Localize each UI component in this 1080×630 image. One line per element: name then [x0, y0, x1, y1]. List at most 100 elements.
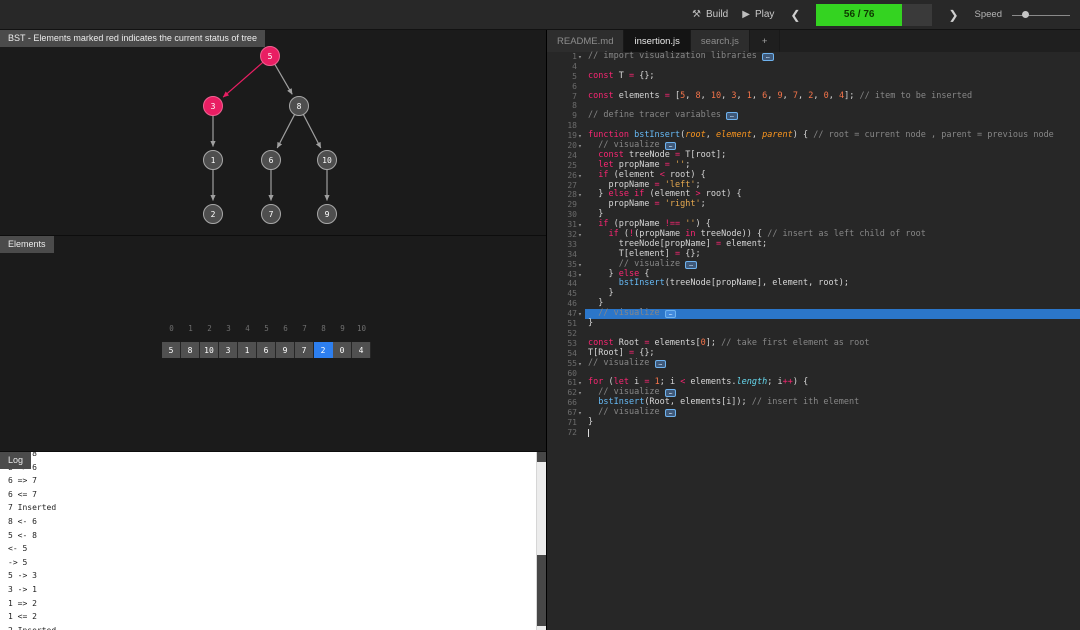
tree-node-8: 8 [289, 96, 309, 116]
slider-track [1012, 14, 1070, 16]
step-forward-button[interactable]: ❯ [946, 8, 960, 22]
gutter-line-number: 52 [567, 328, 577, 338]
gutter-line-number: 72 [567, 427, 577, 437]
log-line: 2 Inserted [0, 624, 536, 630]
tree-node-7: 7 [261, 204, 281, 224]
log-scrollbar[interactable] [536, 452, 546, 630]
gutter-line-number: 47▾ [547, 309, 585, 319]
log-line: 7 Inserted [8, 503, 57, 513]
array-index: 10 [356, 324, 367, 333]
folded-code-pill[interactable]: … [664, 389, 677, 398]
gutter-line-number: 67▾ [547, 408, 585, 418]
gutter-line-number: 26▾ [547, 171, 585, 181]
folded-code-pill[interactable]: … [664, 142, 677, 151]
editor-tabbar: README.md insertion.js search.js + [547, 30, 1080, 52]
code-line-55: 55▾// visualize … [547, 358, 1080, 369]
build-icon: ⚒ [692, 9, 701, 20]
array-index: 2 [207, 324, 212, 333]
array-cell: 9 [276, 342, 295, 358]
tree-edge-5-3 [222, 61, 264, 98]
svg-text:9: 9 [325, 210, 330, 219]
gutter-line-number: 55▾ [547, 359, 585, 369]
slider-knob[interactable] [1022, 11, 1029, 18]
log-output: 5 -> 8 8 -> 6 6 => 7 6 <= 7 7 Inserted 8 <- 6… [0, 452, 536, 630]
log-scrollbar-thumb[interactable] [537, 555, 546, 627]
algorithm-visualizer-app: ⚒ Build ▶ Play ❮ 56 / 76 ❯ Speed BST - E… [0, 0, 1080, 630]
elements-array: 0 1 2 3 4 5 6 7 8 9 10 5 8 10 3 1 6 9 7 2 0 4 [162, 324, 371, 358]
speed-slider[interactable] [1012, 8, 1070, 22]
array-index: 8 [321, 324, 326, 333]
array-cell: 6 [257, 342, 276, 358]
log-panel: Log 5 -> 8 8 -> 6 6 => 7 6 <= 7 7 Inserted 8 … [0, 452, 546, 630]
array-index: 0 [169, 324, 174, 333]
tree-edge-8-6 [276, 114, 296, 149]
build-button[interactable]: ⚒ Build [692, 9, 728, 20]
folded-code-pill[interactable]: … [685, 260, 697, 269]
gutter-line-number: 24 [567, 150, 577, 160]
gutter-line-number: 6 [572, 81, 577, 91]
code-line-5: 5 const T = {}; [547, 71, 1080, 82]
log-line: 5 -> 3 [8, 571, 37, 581]
code-line-7: 7 const elements = [5, 8, 10, 3, 1, 6, 9,… [547, 91, 1080, 102]
folded-code-pill[interactable]: … [654, 359, 667, 368]
svg-text:2: 2 [211, 210, 216, 219]
code-line-72: 72 [547, 428, 1080, 438]
gutter-line-number: 44 [567, 279, 577, 289]
chevron-right-icon: ❯ [948, 7, 959, 22]
array-index: 5 [264, 324, 269, 333]
gutter-line-number: 32▾ [547, 230, 585, 240]
editor-tab-insertion.js[interactable]: insertion.js [624, 30, 691, 52]
svg-text:10: 10 [322, 156, 332, 165]
gutter-line-number: 29 [567, 200, 577, 210]
log-line: 8 -> 6 [8, 462, 37, 472]
editor-tab-search.js[interactable]: search.js [690, 30, 750, 52]
svg-text:8: 8 [297, 102, 302, 111]
gutter-line-number: 1▾ [547, 52, 585, 62]
array-index-row: 0 1 2 3 4 5 6 7 8 9 10 [162, 324, 371, 333]
gutter-line-number: 30 [567, 210, 577, 220]
folded-code-pill[interactable]: … [664, 310, 677, 319]
play-icon: ▶ [742, 9, 750, 20]
progress-fill: 56 / 76 [816, 3, 902, 26]
play-button[interactable]: ▶ Play [742, 9, 774, 20]
editor-tab-README.md[interactable]: README.md [547, 30, 625, 52]
tree-node-3: 3 [203, 96, 223, 116]
code-line-47: 47▾ // visualize … [547, 308, 1080, 320]
player-controls: ⚒ Build ▶ Play ❮ 56 / 76 ❯ Speed [692, 3, 1080, 26]
svg-text:7: 7 [269, 210, 274, 219]
code-line-67: 67▾ // visualize … [547, 407, 1080, 418]
log-line: 8 <- 6 [8, 516, 37, 526]
tree-node-2: 2 [203, 204, 223, 224]
log-line: 6 => 7 [8, 476, 37, 486]
code-area[interactable]: 1▾// import visualization libraries … 4 5 c… [547, 51, 1080, 438]
code-line-9: 9// define tracer variables … [547, 110, 1080, 121]
array-index: 6 [283, 324, 288, 333]
gutter-line-number: 31▾ [547, 220, 585, 230]
new-tab-button[interactable]: + [749, 30, 781, 52]
log-line: 1 <= 2 [8, 612, 37, 622]
gutter-line-number: 7 [572, 91, 577, 101]
log-line: 1 => 2 [8, 598, 37, 608]
array-cell: 5 [162, 342, 181, 358]
gutter-line-number: 4 [572, 61, 577, 71]
gutter-line-number: 27 [567, 180, 577, 190]
gutter-line-number: 28▾ [547, 190, 585, 200]
code-line-71: 71} [547, 417, 1080, 428]
gutter-line-number: 34 [567, 249, 577, 259]
gutter-line-number: 5 [572, 71, 577, 81]
scroll-up-button[interactable] [537, 452, 546, 462]
build-label: Build [705, 9, 729, 20]
log-panel-title: Log [0, 452, 32, 469]
play-label: Play [754, 9, 775, 20]
progress-text: 56 / 76 [843, 9, 875, 20]
step-backward-button[interactable]: ❮ [788, 8, 802, 22]
bst-panel: BST - Elements marked red indicates the … [0, 30, 546, 236]
log-line: 5 -> 8 [8, 452, 37, 458]
gutter-line-number: 60 [567, 368, 577, 378]
folded-code-pill[interactable]: … [726, 112, 738, 121]
elements-panel-title: Elements [0, 236, 54, 253]
folded-code-pill[interactable]: … [762, 53, 774, 61]
gutter-line-number: 19▾ [547, 131, 585, 141]
progress-bar[interactable]: 56 / 76 [816, 3, 933, 26]
folded-code-pill[interactable]: … [664, 409, 677, 418]
